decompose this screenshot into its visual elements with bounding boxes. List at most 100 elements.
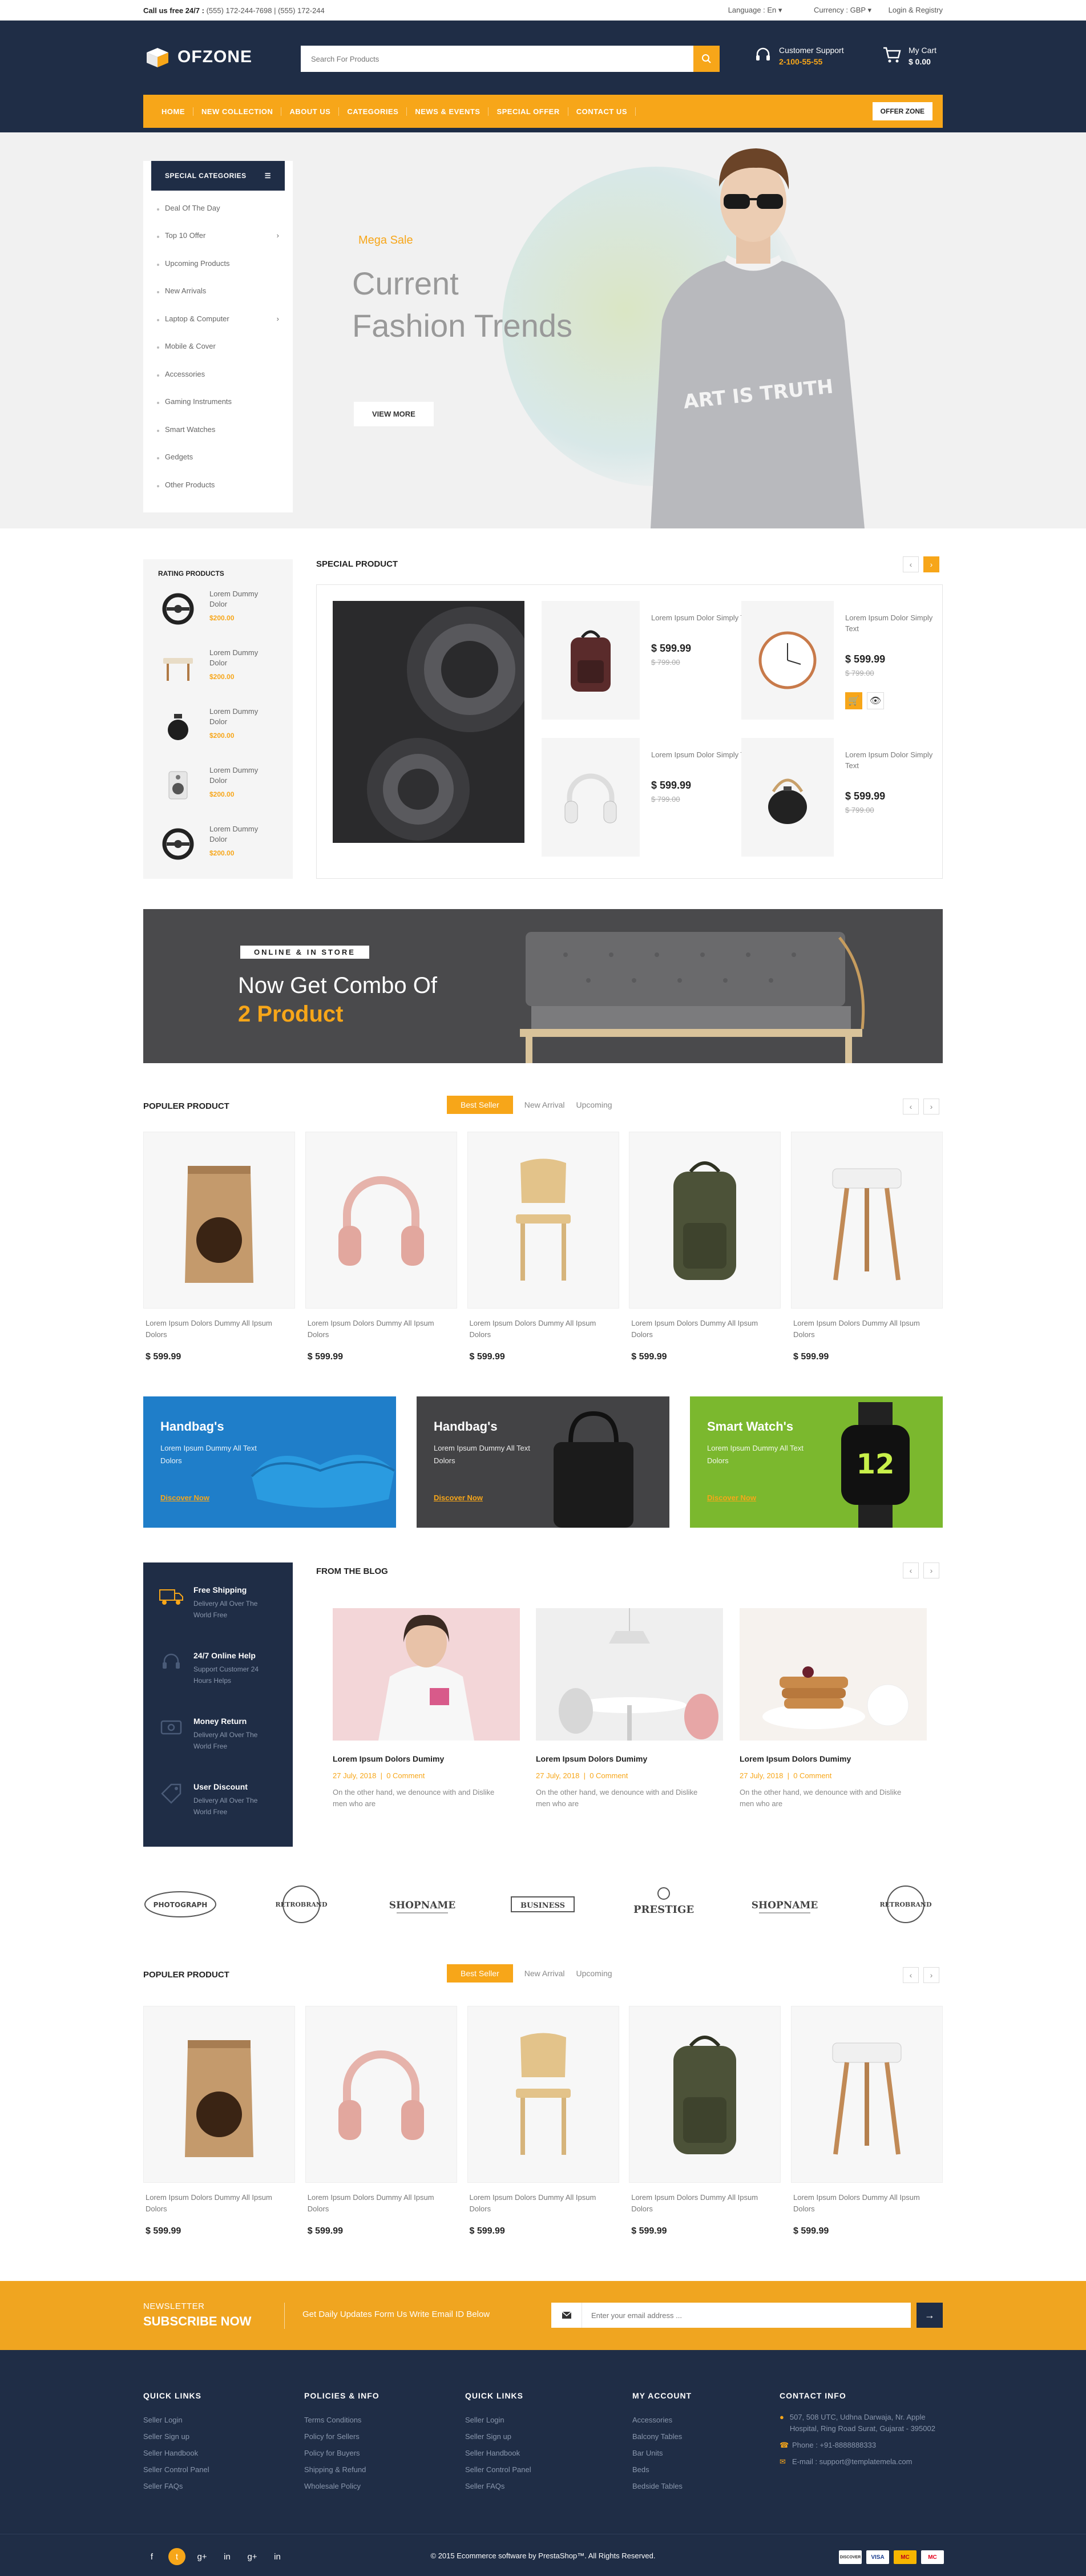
chevron-left-icon[interactable]: ‹ bbox=[903, 556, 919, 572]
footer-link[interactable]: Bar Units bbox=[632, 2445, 692, 2461]
blog-post[interactable]: Lorem Ipsum Dolors Dumimy 27 July, 2018 … bbox=[536, 1608, 723, 1810]
categories-header[interactable]: SPECIAL CATEGORIES ☰ bbox=[151, 161, 285, 191]
rating-item[interactable]: Lorem Dummy Dolor $200.00 bbox=[158, 648, 278, 706]
product-card[interactable]: Lorem Ipsum Dolors Dummy All Ipsum Dolor… bbox=[629, 1132, 781, 1362]
nav-home[interactable]: HOME bbox=[154, 107, 193, 116]
add-to-cart-button[interactable]: 🛒 bbox=[845, 692, 863, 709]
promo-banner-handbag-dark[interactable]: Handbag's Lorem Ipsum Dummy All Text Dolo… bbox=[417, 1396, 669, 1528]
category-item[interactable]: Accessories bbox=[157, 360, 279, 388]
product-card[interactable]: Lorem Ipsum Dolors Dummy All Ipsum Dolor… bbox=[305, 2006, 457, 2236]
footer-link[interactable]: Seller Handbook bbox=[465, 2445, 531, 2461]
rating-item[interactable]: Lorem Dummy Dolor $200.00 bbox=[158, 589, 278, 648]
chevron-right-icon[interactable]: › bbox=[923, 1562, 939, 1578]
nav-categories[interactable]: CATEGORIES bbox=[339, 107, 407, 116]
footer-link[interactable]: Beds bbox=[632, 2461, 692, 2478]
discover-now-link[interactable]: Discover Now bbox=[434, 1493, 483, 1502]
combo-banner[interactable]: ONLINE & IN STORE Now Get Combo Of 2 Pro… bbox=[143, 909, 943, 1063]
tab-upcoming[interactable]: Upcoming bbox=[576, 1100, 612, 1109]
footer-link[interactable]: Shipping & Refund bbox=[304, 2461, 380, 2478]
category-item[interactable]: Gaming Instruments bbox=[157, 388, 279, 416]
chevron-left-icon[interactable]: ‹ bbox=[903, 1562, 919, 1578]
product-card[interactable]: Lorem Ipsum Dolors Dummy All Ipsum Dolor… bbox=[791, 2006, 943, 2236]
category-item[interactable]: Smart Watches bbox=[157, 415, 279, 443]
category-item[interactable]: Gedgets bbox=[157, 443, 279, 471]
product-card[interactable]: Lorem Ipsum Dolors Dummy All Ipsum Dolor… bbox=[143, 1132, 295, 1362]
special-item[interactable]: Lorem Ipsum Dolor Simply Text $ 599.99 $ 7… bbox=[542, 601, 754, 720]
blog-post[interactable]: Lorem Ipsum Dolors Dumimy 27 July, 2018 … bbox=[333, 1608, 520, 1810]
nav-about-us[interactable]: ABOUT US bbox=[281, 107, 340, 116]
special-item[interactable]: Lorem Ipsum Dolor Simply Text $ 599.99 $ 7… bbox=[741, 601, 942, 720]
footer-link[interactable]: Seller Control Panel bbox=[143, 2461, 209, 2478]
chevron-right-icon[interactable]: › bbox=[923, 556, 939, 572]
cart[interactable]: My Cart $ 0.00 bbox=[882, 46, 936, 66]
footer-link[interactable]: Seller Sign up bbox=[143, 2428, 209, 2445]
search-button[interactable] bbox=[693, 46, 720, 72]
nav-new-collection[interactable]: NEW COLLECTION bbox=[193, 107, 282, 116]
tab-best-seller[interactable]: Best Seller bbox=[447, 1096, 513, 1114]
product-card[interactable]: Lorem Ipsum Dolors Dummy All Ipsum Dolor… bbox=[143, 2006, 295, 2236]
newsletter-email-input[interactable] bbox=[582, 2311, 911, 2320]
search-input[interactable] bbox=[301, 46, 693, 72]
brand-logo[interactable]: RETROBRAND bbox=[869, 1881, 943, 1927]
category-item[interactable]: Deal Of The Day bbox=[157, 194, 279, 222]
rating-item[interactable]: Lorem Dummy Dolor $200.00 bbox=[158, 765, 278, 824]
footer-link[interactable]: Accessories bbox=[632, 2412, 692, 2428]
brand-logo[interactable]: SHOPNAME bbox=[385, 1881, 459, 1927]
view-more-button[interactable]: VIEW MORE bbox=[354, 402, 434, 426]
currency-select[interactable]: Currency : GBP ▾ bbox=[799, 6, 871, 14]
customer-support[interactable]: Customer Support 2-100-55-55 bbox=[754, 46, 844, 66]
chevron-left-icon[interactable]: ‹ bbox=[903, 1967, 919, 1983]
rating-item[interactable]: Lorem Dummy Dolor $200.00 bbox=[158, 706, 278, 765]
category-item[interactable]: Other Products bbox=[157, 471, 279, 499]
login-link[interactable]: Login & Registry bbox=[889, 6, 943, 14]
brand-logo[interactable]: PHOTOGRAPH bbox=[143, 1881, 217, 1927]
product-card[interactable]: Lorem Ipsum Dolors Dummy All Ipsum Dolor… bbox=[467, 1132, 619, 1362]
special-item[interactable]: Lorem Ipsum Dolor Simply Text $ 599.99 $ 7… bbox=[741, 738, 942, 857]
tab-upcoming[interactable]: Upcoming bbox=[576, 1969, 612, 1978]
footer-link[interactable]: Seller FAQs bbox=[143, 2478, 209, 2494]
featured-gear-knob-image[interactable] bbox=[333, 601, 524, 843]
category-item[interactable]: Laptop & Computer › bbox=[157, 305, 279, 333]
promo-banner-handbag-blue[interactable]: Handbag's Lorem Ipsum Dummy All Text Dolo… bbox=[143, 1396, 396, 1528]
rating-item[interactable]: Lorem Dummy Dolor $200.00 bbox=[158, 824, 278, 883]
brand-logo[interactable]: BUSINESS bbox=[506, 1881, 580, 1927]
promo-banner-smartwatch[interactable]: 12 Smart Watch's Lorem Ipsum Dummy All Te… bbox=[690, 1396, 943, 1528]
brand-logo[interactable]: PRESTIGE bbox=[627, 1881, 701, 1927]
discover-now-link[interactable]: Discover Now bbox=[160, 1493, 209, 1502]
language-select[interactable]: Language : En ▾ bbox=[713, 6, 782, 14]
special-item[interactable]: Lorem Ipsum Dolor Simply Text $ 599.99 $ 7… bbox=[542, 738, 754, 857]
chevron-right-icon[interactable]: › bbox=[923, 1967, 939, 1983]
offer-zone-button[interactable]: OFFER ZONE bbox=[872, 102, 932, 120]
product-card[interactable]: Lorem Ipsum Dolors Dummy All Ipsum Dolor… bbox=[467, 2006, 619, 2236]
subscribe-button[interactable]: → bbox=[917, 2303, 943, 2328]
nav-news-events[interactable]: NEWS & EVENTS bbox=[407, 107, 489, 116]
product-card[interactable]: Lorem Ipsum Dolors Dummy All Ipsum Dolor… bbox=[629, 2006, 781, 2236]
quick-view-button[interactable]: 👁 bbox=[867, 692, 885, 709]
brand-logo[interactable]: SHOPNAME bbox=[748, 1881, 822, 1927]
footer-link[interactable]: Seller FAQs bbox=[465, 2478, 531, 2494]
footer-link[interactable]: Bedside Tables bbox=[632, 2478, 692, 2494]
footer-link[interactable]: Wholesale Policy bbox=[304, 2478, 380, 2494]
category-item[interactable]: Upcoming Products bbox=[157, 249, 279, 277]
discover-now-link[interactable]: Discover Now bbox=[707, 1493, 756, 1502]
footer-link[interactable]: Seller Sign up bbox=[465, 2428, 531, 2445]
chevron-right-icon[interactable]: › bbox=[923, 1099, 939, 1115]
logo[interactable]: OFZONE bbox=[143, 46, 252, 68]
product-card[interactable]: Lorem Ipsum Dolors Dummy All Ipsum Dolor… bbox=[305, 1132, 457, 1362]
tab-best-seller[interactable]: Best Seller bbox=[447, 1964, 513, 1983]
nav-contact-us[interactable]: CONTACT US bbox=[568, 107, 636, 116]
tab-new-arrival[interactable]: New Arrival bbox=[524, 1969, 565, 1978]
category-item[interactable]: Top 10 Offer › bbox=[157, 222, 279, 250]
blog-post[interactable]: Lorem Ipsum Dolors Dumimy 27 July, 2018 … bbox=[740, 1608, 927, 1810]
product-card[interactable]: Lorem Ipsum Dolors Dummy All Ipsum Dolor… bbox=[791, 1132, 943, 1362]
footer-link[interactable]: Balcony Tables bbox=[632, 2428, 692, 2445]
footer-link[interactable]: Terms Conditions bbox=[304, 2412, 380, 2428]
footer-link[interactable]: Seller Login bbox=[143, 2412, 209, 2428]
chevron-left-icon[interactable]: ‹ bbox=[903, 1099, 919, 1115]
footer-link[interactable]: Seller Control Panel bbox=[465, 2461, 531, 2478]
category-item[interactable]: Mobile & Cover bbox=[157, 333, 279, 361]
footer-link[interactable]: Seller Handbook bbox=[143, 2445, 209, 2461]
footer-link[interactable]: Policy for Sellers bbox=[304, 2428, 380, 2445]
brand-logo[interactable]: RETROBRAND bbox=[264, 1881, 338, 1927]
footer-link[interactable]: Seller Login bbox=[465, 2412, 531, 2428]
